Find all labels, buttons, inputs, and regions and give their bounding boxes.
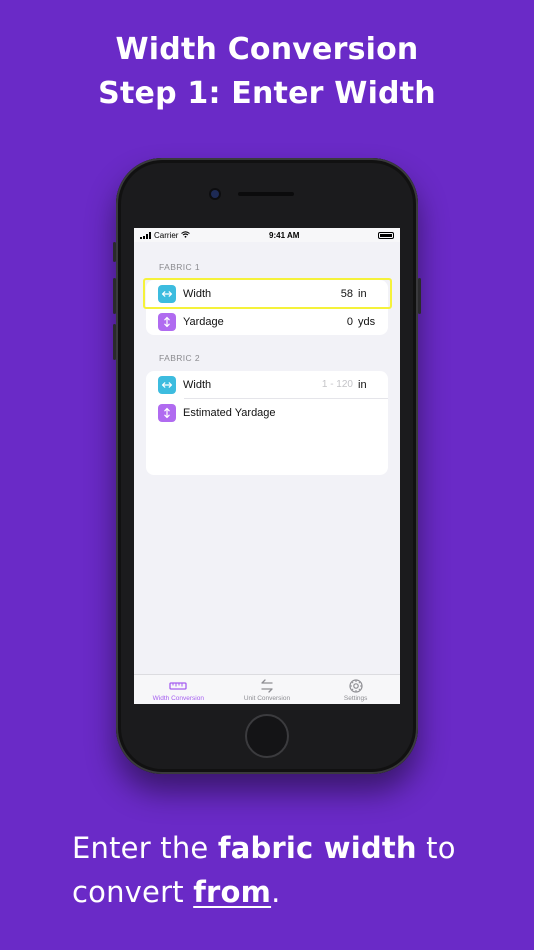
vertical-arrows-icon <box>158 403 176 422</box>
horizontal-arrows-icon <box>158 284 176 303</box>
status-time: 9:41 AM <box>269 230 300 240</box>
phone-screen: Carrier 9:41 AM FABRIC 1 Width 58 in Yar… <box>134 228 400 704</box>
fabric1-yardage-input[interactable]: 0 <box>347 316 353 328</box>
headline: Width Conversion Step 1: Enter Width <box>0 28 534 116</box>
signal-icon <box>140 231 151 239</box>
fabric1-width-unit: in <box>358 287 367 300</box>
headline-line-1: Width Conversion <box>115 32 419 67</box>
power-button <box>418 278 421 314</box>
fabric1-width-row[interactable]: Width 58 in <box>146 280 388 307</box>
fabric1-yardage-unit: yds <box>358 315 376 328</box>
tab-label: Unit Conversion <box>243 695 291 702</box>
caption-text-3: . <box>271 875 281 909</box>
fabric2-estimated-yardage-row: Estimated Yardage <box>146 399 388 426</box>
fabric2-card: Width 1 - 120 in Estimated Yardage <box>146 371 388 475</box>
fabric2-width-row[interactable]: Width 1 - 120 in <box>146 371 388 398</box>
fabric1-yardage-row[interactable]: Yardage 0 yds <box>146 308 388 335</box>
fabric2-width-input[interactable]: 1 - 120 <box>322 379 353 390</box>
carrier-label: Carrier <box>154 230 179 240</box>
fabric1-width-input[interactable]: 58 <box>341 288 353 300</box>
gear-icon <box>349 679 363 693</box>
camera-icon <box>211 190 219 198</box>
status-bar: Carrier 9:41 AM <box>134 228 400 242</box>
caption-bold: fabric width <box>217 831 417 865</box>
wifi-icon <box>181 230 191 240</box>
tab-label: Width Conversion <box>152 695 204 702</box>
fabric1-section-label: FABRIC 1 <box>159 262 200 272</box>
tab-label: Settings <box>343 695 368 702</box>
caption-text-1: Enter the <box>72 831 218 865</box>
vertical-arrows-icon <box>158 312 176 331</box>
tab-settings[interactable]: Settings <box>316 678 396 702</box>
fabric2-section-label: FABRIC 2 <box>159 353 200 363</box>
fabric1-yardage-label: Yardage <box>183 315 224 328</box>
tab-unit-conversion[interactable]: Unit Conversion <box>227 678 307 702</box>
fabric2-estimated-yardage-label: Estimated Yardage <box>183 406 276 419</box>
volume-down-button <box>113 324 116 360</box>
ruler-icon <box>169 682 187 690</box>
fabric1-width-label: Width <box>183 287 212 300</box>
home-button[interactable] <box>245 714 289 758</box>
phone-frame: Carrier 9:41 AM FABRIC 1 Width 58 in Yar… <box>113 158 421 774</box>
headline-line-2: Step 1: Enter Width <box>98 76 436 111</box>
tab-width-conversion[interactable]: Width Conversion <box>138 678 218 702</box>
mute-switch <box>113 242 116 262</box>
tab-bar: Width Conversion Unit Conversion Setting… <box>134 674 400 704</box>
battery-icon <box>378 231 394 239</box>
speaker-grille <box>238 192 294 196</box>
fabric2-width-label: Width <box>183 378 212 391</box>
volume-up-button <box>113 278 116 314</box>
swap-arrows-icon <box>261 679 273 693</box>
caption-emphasis: from <box>193 875 272 909</box>
fabric2-width-unit: in <box>358 378 367 391</box>
horizontal-arrows-icon <box>158 375 176 394</box>
caption: Enter the fabric width to convert from. <box>72 826 522 914</box>
fabric1-card: Width 58 in Yardage 0 yds <box>143 278 392 335</box>
